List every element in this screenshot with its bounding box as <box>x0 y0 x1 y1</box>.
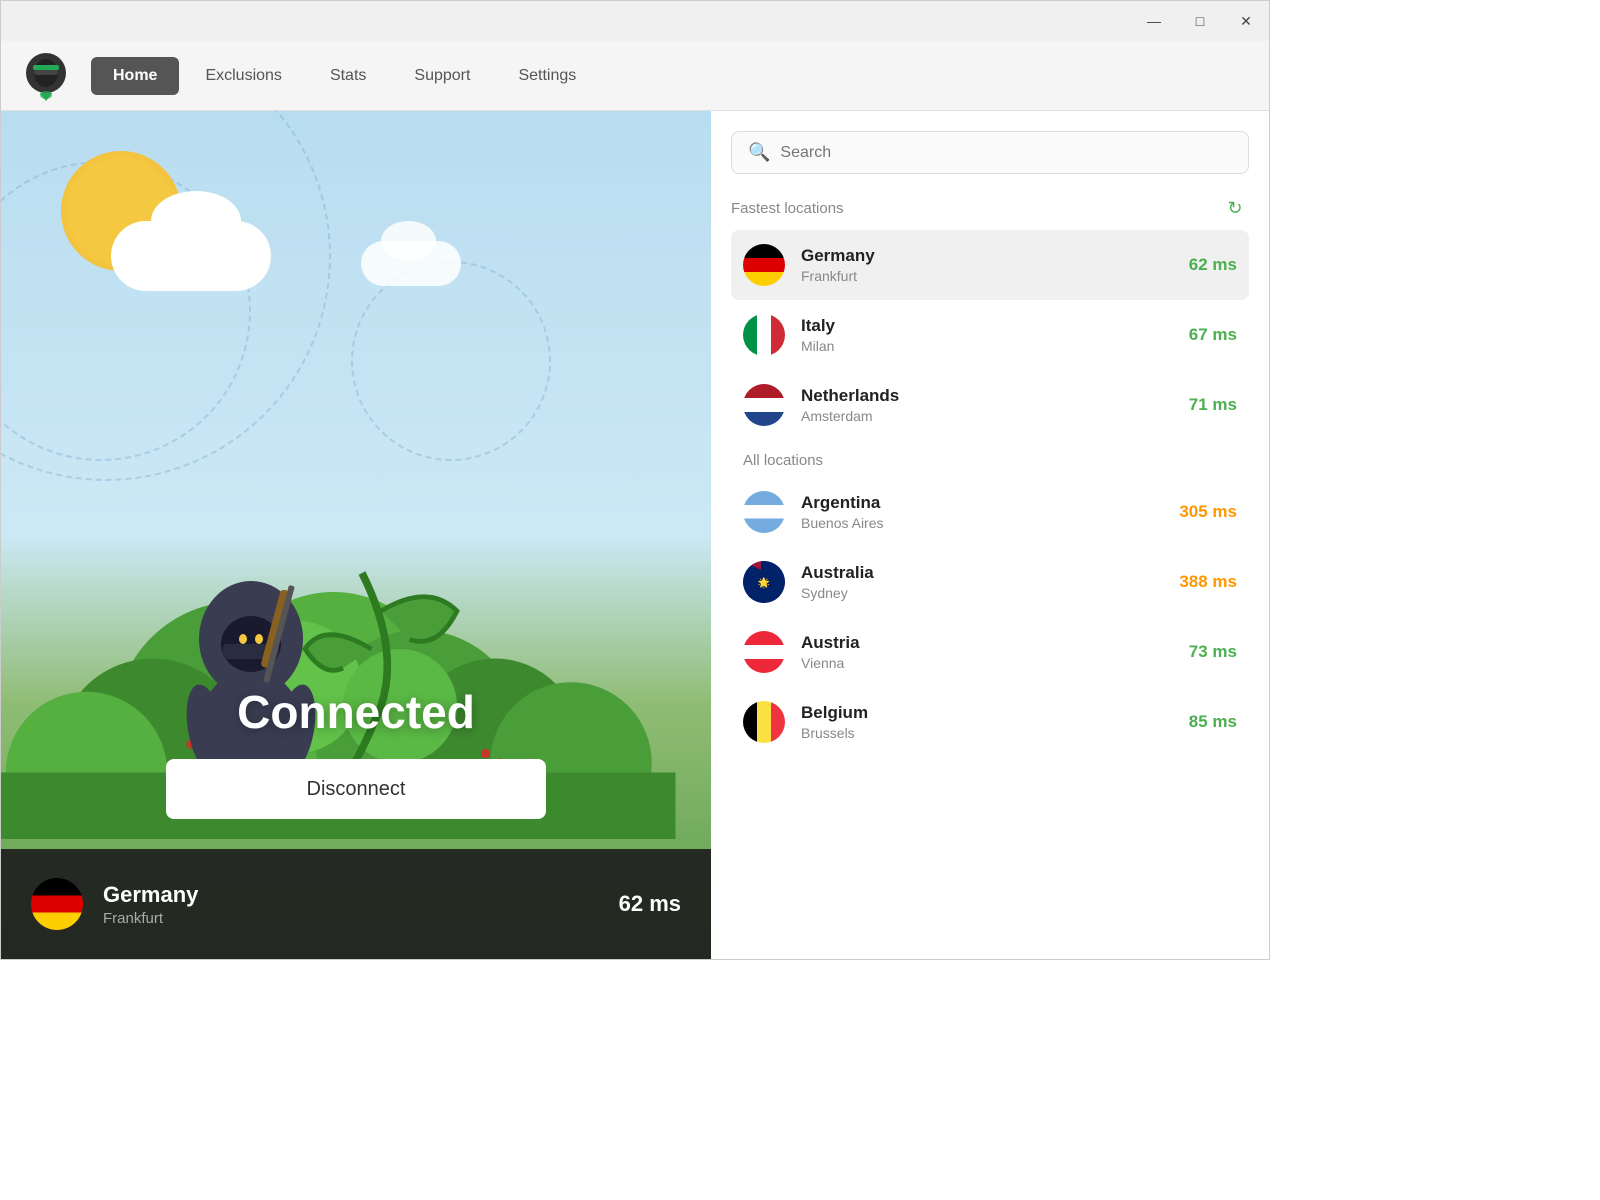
search-input[interactable] <box>780 144 1232 162</box>
location-city-australia: Sydney <box>801 585 1163 601</box>
location-info-argentina: Argentina Buenos Aires <box>801 493 1163 531</box>
disconnect-button[interactable]: Disconnect <box>166 759 546 819</box>
location-latency-netherlands: 71 ms <box>1189 395 1237 415</box>
fastest-label: Fastest locations <box>731 200 844 217</box>
location-item-italy[interactable]: Italy Milan 67 ms <box>731 300 1249 370</box>
svg-text:🌟: 🌟 <box>758 576 770 589</box>
location-city-germany: Frankfurt <box>801 268 1173 284</box>
location-latency-argentina: 305 ms <box>1179 502 1237 522</box>
location-city-austria: Vienna <box>801 655 1173 671</box>
location-latency-belgium: 85 ms <box>1189 712 1237 732</box>
location-country-austria: Austria <box>801 633 1173 653</box>
nav-exclusions[interactable]: Exclusions <box>183 57 303 95</box>
main-area: Connected Disconnect Germany Frankfurt 6… <box>1 111 1269 959</box>
left-panel: Connected Disconnect Germany Frankfurt 6… <box>1 111 711 959</box>
connection-flag <box>31 878 83 930</box>
flag-australia: 🌟 <box>743 561 785 603</box>
location-city-italy: Milan <box>801 338 1173 354</box>
all-locations-list: Argentina Buenos Aires 305 ms 🌟 <box>731 477 1249 757</box>
location-item-germany-fastest[interactable]: Germany Frankfurt 62 ms <box>731 230 1249 300</box>
location-country-italy: Italy <box>801 316 1173 336</box>
navbar: Home Exclusions Stats Support Settings <box>1 41 1269 111</box>
location-item-belgium[interactable]: Belgium Brussels 85 ms <box>731 687 1249 757</box>
connection-info-bar: Germany Frankfurt 62 ms <box>1 849 711 959</box>
nav-stats[interactable]: Stats <box>308 57 388 95</box>
nav-items: Home Exclusions Stats Support Settings <box>91 57 598 95</box>
location-country-belgium: Belgium <box>801 703 1173 723</box>
close-button[interactable]: ✕ <box>1223 1 1269 41</box>
location-latency-australia: 388 ms <box>1179 572 1237 592</box>
connected-status: Connected <box>1 685 711 739</box>
flag-belgium <box>743 701 785 743</box>
refresh-button[interactable]: ↻ <box>1221 194 1249 222</box>
minimize-button[interactable]: — <box>1131 1 1177 41</box>
connection-details: Germany Frankfurt <box>103 882 599 927</box>
app-logo <box>21 51 71 101</box>
location-info-netherlands: Netherlands Amsterdam <box>801 386 1173 424</box>
location-info-belgium: Belgium Brussels <box>801 703 1173 741</box>
location-city-argentina: Buenos Aires <box>801 515 1163 531</box>
location-country-australia: Australia <box>801 563 1163 583</box>
location-city-belgium: Brussels <box>801 725 1173 741</box>
connection-latency: 62 ms <box>619 891 681 917</box>
location-item-argentina[interactable]: Argentina Buenos Aires 305 ms <box>731 477 1249 547</box>
search-icon: 🔍 <box>748 142 770 163</box>
location-info-australia: Australia Sydney <box>801 563 1163 601</box>
fastest-locations-list: Germany Frankfurt 62 ms Italy Milan 67 m… <box>731 230 1249 440</box>
location-country-argentina: Argentina <box>801 493 1163 513</box>
all-locations-label: All locations <box>743 452 1249 469</box>
nav-support[interactable]: Support <box>392 57 492 95</box>
location-latency-austria: 73 ms <box>1189 642 1237 662</box>
flag-netherlands <box>743 384 785 426</box>
location-info-italy: Italy Milan <box>801 316 1173 354</box>
deco-circle-3 <box>351 261 551 461</box>
flag-germany <box>743 244 785 286</box>
connection-city: Frankfurt <box>103 910 599 927</box>
maximize-button[interactable]: □ <box>1177 1 1223 41</box>
titlebar: — □ ✕ <box>1 1 1269 41</box>
location-country-germany: Germany <box>801 246 1173 266</box>
connection-country: Germany <box>103 882 599 908</box>
nav-settings[interactable]: Settings <box>496 57 598 95</box>
location-country-netherlands: Netherlands <box>801 386 1173 406</box>
location-item-austria[interactable]: Austria Vienna 73 ms <box>731 617 1249 687</box>
location-latency-germany: 62 ms <box>1189 255 1237 275</box>
location-latency-italy: 67 ms <box>1189 325 1237 345</box>
flag-austria <box>743 631 785 673</box>
fastest-section-header: Fastest locations ↻ <box>731 194 1249 222</box>
location-info-austria: Austria Vienna <box>801 633 1173 671</box>
flag-argentina <box>743 491 785 533</box>
location-item-netherlands[interactable]: Netherlands Amsterdam 71 ms <box>731 370 1249 440</box>
location-item-australia[interactable]: 🌟 Australia Sydney 388 ms <box>731 547 1249 617</box>
locations-scroll[interactable]: Fastest locations ↻ Germany Frankfurt 62… <box>731 194 1249 959</box>
right-panel: 🔍 Fastest locations ↻ Germany Frankfurt … <box>711 111 1269 959</box>
flag-italy <box>743 314 785 356</box>
search-bar[interactable]: 🔍 <box>731 131 1249 174</box>
location-info-germany: Germany Frankfurt <box>801 246 1173 284</box>
nav-home[interactable]: Home <box>91 57 179 95</box>
location-city-netherlands: Amsterdam <box>801 408 1173 424</box>
